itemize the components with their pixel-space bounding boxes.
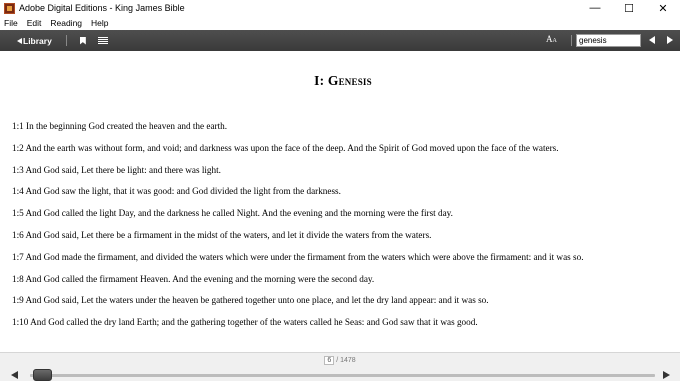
verse-list: 1:1 In the beginning God created the hea… <box>12 120 672 338</box>
reading-pane: I: Genesis 1:1 In the beginning God crea… <box>0 51 680 352</box>
chapter-title: I: Genesis <box>314 73 372 88</box>
bookmark-icon[interactable] <box>79 36 86 45</box>
current-page[interactable]: 6 <box>324 356 335 365</box>
library-button[interactable]: Library <box>17 36 52 46</box>
search-input[interactable] <box>576 34 641 47</box>
app-icon <box>4 2 15 14</box>
font-size-icon[interactable]: AA <box>546 34 557 44</box>
maximize-button[interactable]: ☐ <box>612 0 646 16</box>
minimize-button[interactable]: — <box>578 0 612 16</box>
page-slider-thumb[interactable] <box>33 369 53 381</box>
back-arrow-icon <box>17 37 22 44</box>
menu-file[interactable]: File <box>0 18 23 28</box>
toolbar-divider <box>571 35 572 46</box>
window-controls: — ☐ ✕ <box>578 0 680 16</box>
verse: 1:9 And God said, Let the waters under t… <box>12 295 489 306</box>
verse: 1:6 And God said, Let there be a firmame… <box>12 229 432 240</box>
search-next-icon[interactable] <box>667 36 673 44</box>
search-previous-icon[interactable] <box>649 36 655 44</box>
next-page-icon[interactable] <box>663 371 670 379</box>
total-pages: / 1478 <box>336 357 356 364</box>
menu-edit[interactable]: Edit <box>23 18 47 28</box>
page-navigation-bar: 6 / 1478 <box>0 352 680 381</box>
previous-page-icon[interactable] <box>11 371 18 379</box>
verse: 1:8 And God called the firmament Heaven.… <box>12 273 375 284</box>
window-title: Adobe Digital Editions - King James Bibl… <box>19 3 185 13</box>
verse: 1:5 And God called the light Day, and th… <box>12 208 453 219</box>
page-slider-track[interactable] <box>30 374 655 377</box>
verse: 1:2 And the earth was without form, and … <box>12 142 559 153</box>
verse: 1:4 And God saw the light, that it was g… <box>12 186 341 197</box>
menu-reading[interactable]: Reading <box>46 18 87 28</box>
table-of-contents-icon[interactable] <box>97 36 108 45</box>
title-bar: Adobe Digital Editions - King James Bibl… <box>0 0 680 16</box>
close-button[interactable]: ✕ <box>646 0 680 16</box>
verse: 1:10 And God called the dry land Earth; … <box>12 317 478 328</box>
library-label: Library <box>23 35 52 46</box>
verse: 1:7 And God made the firmament, and divi… <box>12 251 584 262</box>
menu-help[interactable]: Help <box>87 18 113 28</box>
menu-bar: File Edit Reading Help <box>0 16 680 30</box>
verse: 1:3 And God said, Let there be light: an… <box>12 164 221 175</box>
toolbar-divider <box>65 35 67 46</box>
verse: 1:1 In the beginning God created the hea… <box>12 121 228 131</box>
reader-toolbar: Library AA <box>0 30 680 51</box>
page-indicator: 6 / 1478 <box>0 356 680 365</box>
